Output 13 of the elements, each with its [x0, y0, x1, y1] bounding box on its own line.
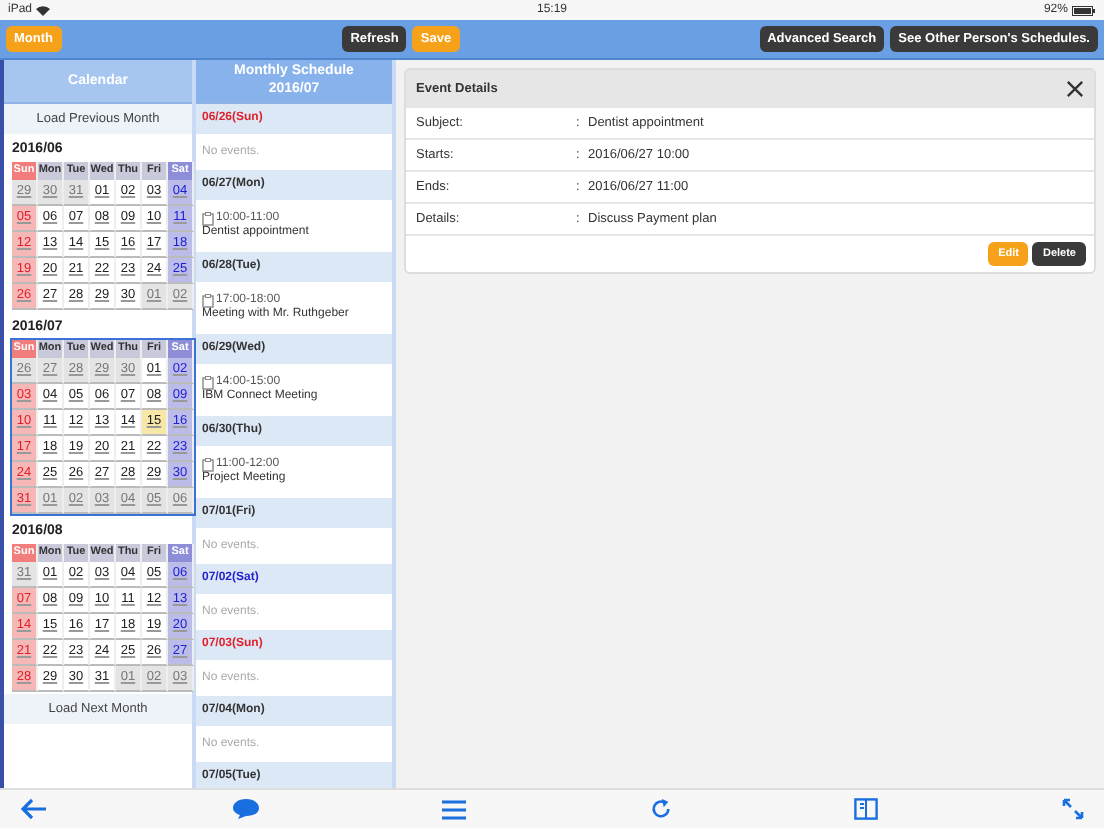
- clipboard-icon: [202, 457, 214, 472]
- speech-bubble-icon[interactable]: [231, 798, 260, 820]
- clipboard-icon: [202, 211, 214, 226]
- expand-arrows-icon[interactable]: [1061, 798, 1084, 820]
- clipboard-icon: [202, 293, 214, 308]
- split-panel-icon[interactable]: [854, 798, 879, 820]
- menu-icon[interactable]: [442, 799, 467, 819]
- refresh-icon[interactable]: [649, 798, 672, 820]
- back-arrow-icon[interactable]: [20, 798, 48, 820]
- battery-icon: [1071, 5, 1096, 15]
- wifi-icon: [36, 5, 51, 15]
- clipboard-icon: [202, 375, 214, 390]
- close-icon[interactable]: [1066, 79, 1084, 97]
